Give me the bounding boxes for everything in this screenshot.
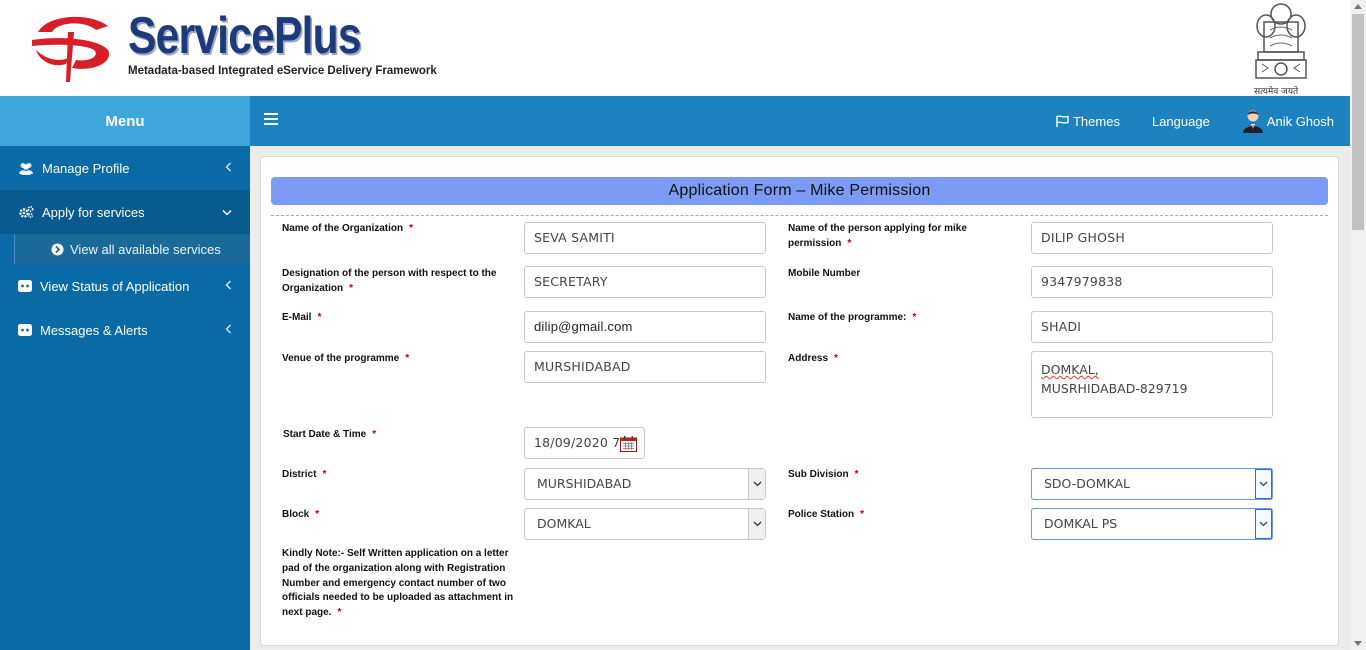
sidebar-item-label: Apply for services xyxy=(42,204,145,220)
district-label: District * xyxy=(282,469,327,480)
address-line-1: DOMKAL, xyxy=(1041,362,1099,377)
sub-division-value: SDO-DOMKAL xyxy=(1044,476,1130,491)
language-button[interactable]: Language xyxy=(1152,114,1210,129)
flag-icon xyxy=(1056,114,1069,127)
applicant-name-input[interactable]: DILIP GHOSH xyxy=(1031,222,1273,254)
sidebar-item-manage-profile[interactable]: Manage Profile xyxy=(0,146,250,190)
sub-division-label: Sub Division * xyxy=(788,469,859,480)
user-name: Anik Ghosh xyxy=(1266,113,1334,129)
email-input[interactable]: dilip@gmail.com xyxy=(524,311,766,343)
district-value: MURSHIDABAD xyxy=(537,476,632,491)
divider xyxy=(271,215,1328,216)
site-header: ServicePlus Metadata-based Integrated eS… xyxy=(0,0,1350,97)
sidebar-item-apply-for-services[interactable]: Apply for services xyxy=(0,190,250,234)
user-menu[interactable]: Anik Ghosh xyxy=(1242,109,1334,133)
police-station-label: Police Station * xyxy=(788,509,865,520)
page-scrollbar[interactable] xyxy=(1350,0,1366,650)
themes-label: Themes xyxy=(1072,113,1120,129)
serviceplus-logo-icon xyxy=(32,16,110,82)
form-title: Application Form – Mike Permission xyxy=(271,177,1328,205)
programme-name-label: Name of the programme: * xyxy=(788,312,917,323)
sidebar-item-label: Manage Profile xyxy=(42,160,130,176)
programme-name-input[interactable]: SHADI xyxy=(1031,311,1273,343)
chevron-down-icon xyxy=(748,509,765,539)
menu-header: Menu xyxy=(0,96,250,146)
block-value: DOMKAL xyxy=(537,516,591,531)
hamburger-menu-icon[interactable] xyxy=(264,113,278,125)
chevron-left-icon xyxy=(225,280,231,290)
brand-subtitle: Metadata-based Integrated eService Deliv… xyxy=(128,65,437,77)
brand-title: ServicePlus xyxy=(128,7,362,65)
sidebar-subitem-label: View all available services xyxy=(70,241,221,257)
top-navbar: Themes Language Anik Ghosh xyxy=(250,96,1350,146)
applicant-name-label: Name of the person applying for mike per… xyxy=(788,223,967,249)
chevron-left-icon xyxy=(225,324,231,334)
chevron-down-icon xyxy=(1255,509,1272,539)
sidebar: Manage Profile Apply for services View a… xyxy=(0,146,250,650)
lion-capital-icon xyxy=(1255,3,1307,79)
gears-icon xyxy=(19,205,34,218)
scroll-down-arrow-icon[interactable] xyxy=(1354,641,1362,646)
chevron-down-icon xyxy=(1255,469,1272,499)
venue-input[interactable]: MURSHIDABAD xyxy=(524,351,766,383)
venue-label: Venue of the programme * xyxy=(282,353,410,364)
national-emblem: सत्यमेव जयते xyxy=(1250,0,1312,97)
dots-icon xyxy=(18,280,32,292)
dots-icon xyxy=(18,324,32,336)
district-select[interactable]: MURSHIDABAD xyxy=(524,468,766,500)
block-select[interactable]: DOMKAL xyxy=(524,508,766,540)
chevron-down-icon xyxy=(222,210,232,216)
chevron-left-icon xyxy=(225,162,231,172)
start-datetime-value: 18/09/2020 7 xyxy=(534,435,621,450)
designation-label: Designation of the person with respect t… xyxy=(282,268,497,294)
address-label: Address * xyxy=(788,353,838,364)
sidebar-subitem-view-all-services[interactable]: View all available services xyxy=(14,234,250,264)
sidebar-item-label: View Status of Application xyxy=(40,278,190,294)
sub-division-select[interactable]: SDO-DOMKAL xyxy=(1031,468,1273,500)
mobile-label: Mobile Number xyxy=(788,268,861,279)
block-label: Block * xyxy=(282,509,320,520)
org-name-input[interactable]: SEVA SAMITI xyxy=(524,222,766,254)
scrollbar-thumb[interactable] xyxy=(1352,14,1364,230)
address-textarea[interactable]: DOMKAL, MUSRHIDABAD-829719 xyxy=(1031,351,1273,418)
designation-input[interactable]: SECRETARY xyxy=(524,266,766,298)
email-label: E-Mail * xyxy=(282,312,322,323)
start-datetime-input[interactable]: 18/09/2020 7 xyxy=(524,427,645,459)
address-line-2: MUSRHIDABAD-829719 xyxy=(1041,381,1188,396)
scroll-up-arrow-icon[interactable] xyxy=(1354,4,1362,9)
users-icon xyxy=(19,162,33,175)
sidebar-item-view-status[interactable]: View Status of Application xyxy=(0,264,250,308)
user-avatar-icon xyxy=(1242,110,1263,133)
start-datetime-label: Start Date & Time * xyxy=(283,429,377,440)
police-station-value: DOMKAL PS xyxy=(1044,516,1118,531)
calendar-icon[interactable] xyxy=(620,436,637,452)
attachment-note: Kindly Note:- Self Written application o… xyxy=(282,548,514,619)
themes-button[interactable]: Themes xyxy=(1055,114,1120,129)
sidebar-item-messages-alerts[interactable]: Messages & Alerts xyxy=(0,308,250,352)
org-name-label: Name of the Organization * xyxy=(282,223,414,234)
chevron-down-icon xyxy=(748,469,765,499)
arrow-circle-icon xyxy=(51,243,64,255)
mobile-input[interactable]: 9347979838 xyxy=(1031,266,1273,298)
language-label: Language xyxy=(1151,113,1210,129)
police-station-select[interactable]: DOMKAL PS xyxy=(1031,508,1273,540)
sidebar-item-label: Messages & Alerts xyxy=(40,322,148,338)
